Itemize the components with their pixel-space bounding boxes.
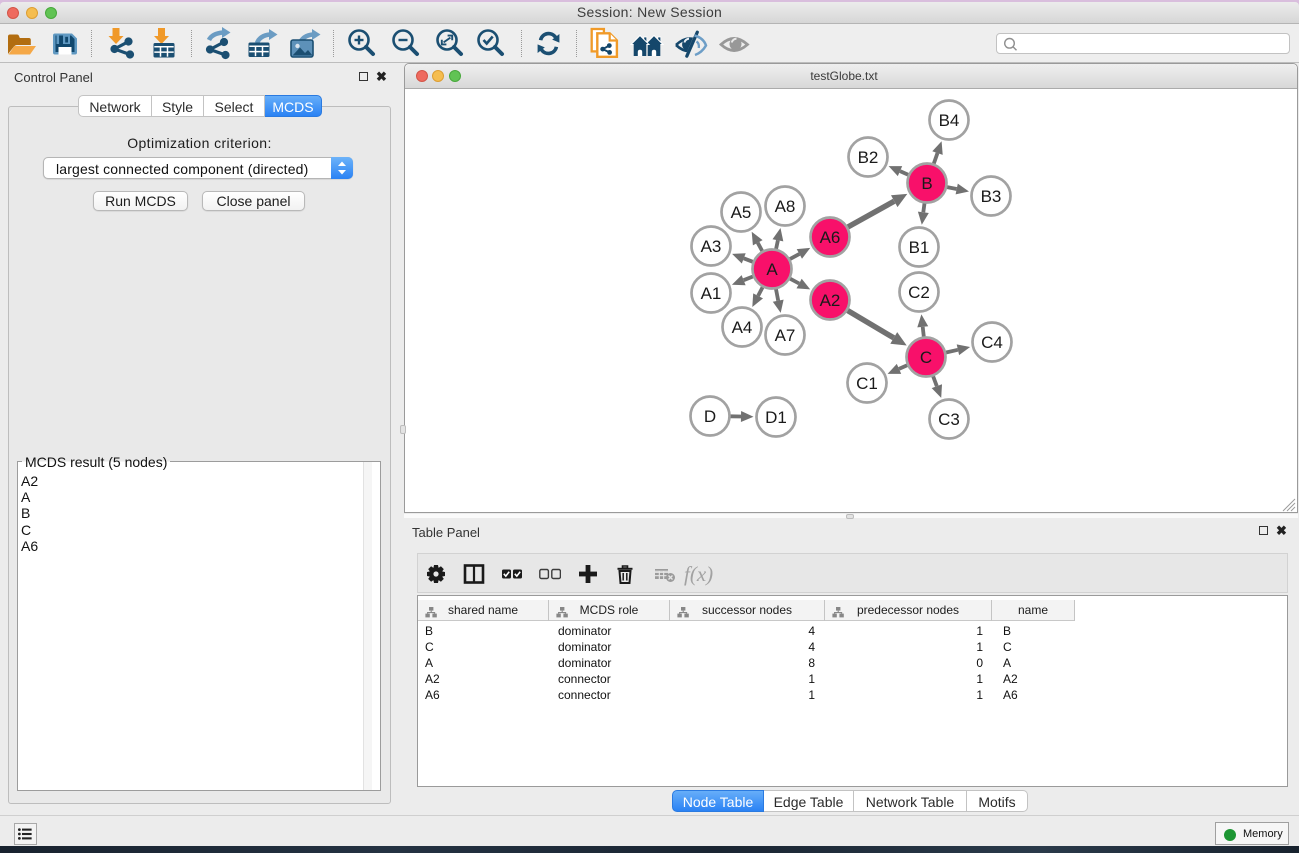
svg-text:D: D [704,407,716,426]
svg-text:A6: A6 [820,228,841,247]
svg-text:B3: B3 [981,187,1002,206]
svg-text:A2: A2 [820,291,841,310]
svg-text:C4: C4 [981,333,1003,352]
svg-text:C1: C1 [856,374,878,393]
svg-text:C: C [920,348,932,367]
svg-text:B1: B1 [909,238,930,257]
svg-text:A3: A3 [701,237,722,256]
svg-text:B: B [921,174,932,193]
svg-text:A8: A8 [775,197,796,216]
svg-text:D1: D1 [765,408,787,427]
svg-text:A: A [766,260,778,279]
svg-text:A5: A5 [731,203,752,222]
svg-text:A7: A7 [775,326,796,345]
svg-text:B2: B2 [858,148,879,167]
svg-text:C2: C2 [908,283,930,302]
svg-text:A4: A4 [732,318,753,337]
svg-text:B4: B4 [939,111,960,130]
svg-text:A1: A1 [701,284,722,303]
svg-text:C3: C3 [938,410,960,429]
